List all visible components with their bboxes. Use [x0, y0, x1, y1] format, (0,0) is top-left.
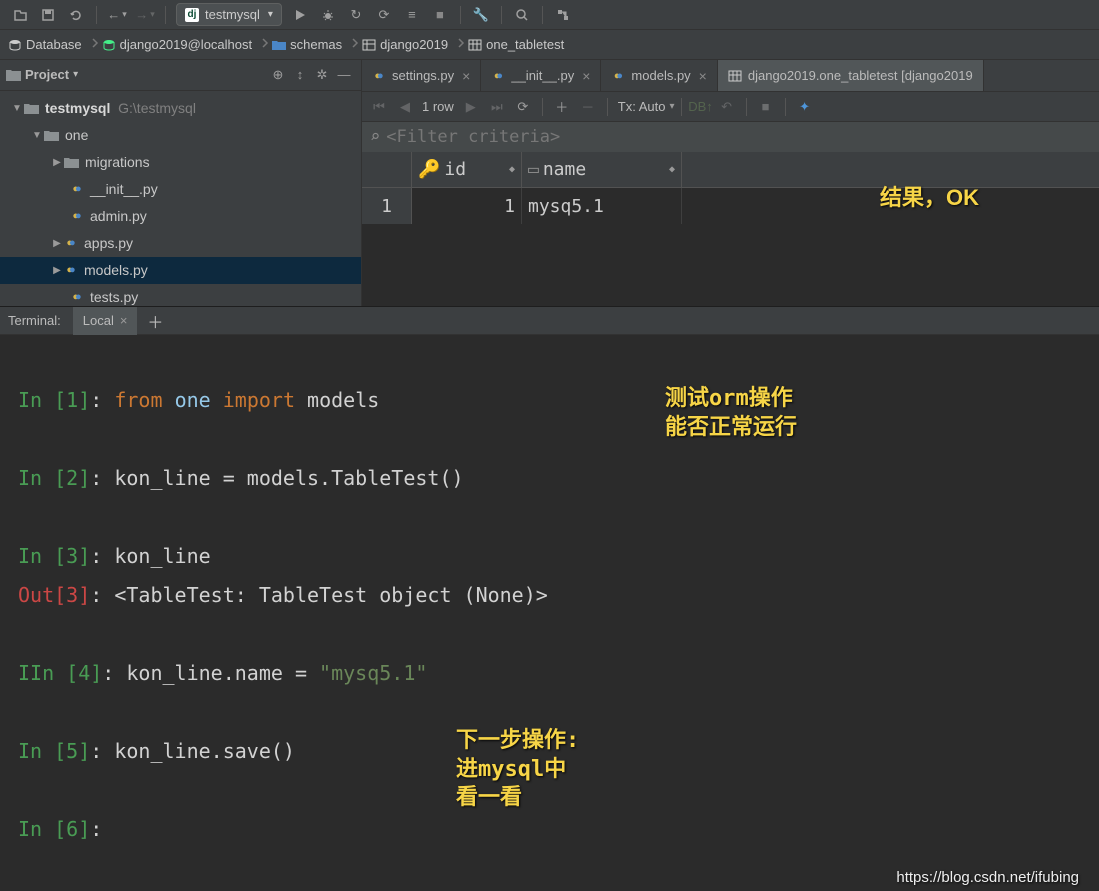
editor-area: ●●settings.py× ●●__init__.py× ●●models.p…	[362, 60, 1099, 306]
project-tree[interactable]: ▼ testmysql G:\testmysql ▼ one ▶ migrati…	[0, 91, 361, 306]
expand-icon[interactable]: ↕	[289, 64, 311, 86]
new-terminal-icon[interactable]: ＋	[137, 309, 173, 333]
delete-row-icon[interactable]: －	[576, 95, 600, 119]
breadcrumb-bar: Database django2019@localhost schemas dj…	[0, 30, 1099, 60]
crumb-schemas[interactable]: schemas	[272, 37, 348, 52]
watermark: https://blog.csdn.net/ifubing	[896, 869, 1079, 886]
settings-icon[interactable]: 🔧	[469, 3, 493, 27]
annotation-next: 下一步操作:进mysql中看一看	[456, 727, 579, 813]
rollback-icon[interactable]: ↶	[715, 95, 739, 119]
tab-init[interactable]: ●●__init__.py×	[481, 60, 601, 91]
annotation-orm: 测试orm操作能否正常运行	[665, 385, 797, 442]
close-icon[interactable]: ×	[699, 68, 707, 84]
close-icon[interactable]: ×	[582, 68, 590, 84]
tx-mode[interactable]: Tx: Auto	[618, 99, 666, 114]
search-icon: ⌕	[370, 127, 380, 147]
terminal-header: Terminal: Local× ＋	[0, 307, 1099, 335]
project-header[interactable]: Project ▾ ⊕ ↕ ✲ —	[0, 60, 361, 91]
tree-migrations[interactable]: ▶ migrations	[0, 149, 361, 176]
tree-models[interactable]: ▶ ●● models.py	[0, 257, 361, 284]
tab-models[interactable]: ●●models.py×	[601, 60, 717, 91]
search-everywhere-icon[interactable]	[510, 3, 534, 27]
tree-tests[interactable]: ●● tests.py	[0, 284, 361, 306]
crumb-db[interactable]: django2019	[362, 37, 454, 52]
view-icon[interactable]: ✦	[793, 95, 817, 119]
last-icon[interactable]: ⏭	[485, 95, 509, 119]
crumb-table[interactable]: one_tabletest	[468, 37, 570, 52]
terminal-tab-local[interactable]: Local×	[73, 307, 138, 335]
gear-icon[interactable]: ✲	[311, 64, 333, 86]
crumb-database[interactable]: Database	[8, 37, 88, 52]
project-tool-window: Project ▾ ⊕ ↕ ✲ — ▼ testmysql G:\testmys…	[0, 60, 362, 306]
hide-icon[interactable]: —	[333, 64, 355, 86]
refresh-icon[interactable]	[64, 3, 88, 27]
ddl-icon[interactable]: ■	[754, 95, 778, 119]
data-grid[interactable]: 🔑id◆ ▭name◆ 1 1 mysq5.1 结果，OK	[362, 152, 1099, 306]
crumb-connection[interactable]: django2019@localhost	[102, 37, 258, 52]
terminal-label: Terminal:	[8, 313, 61, 328]
tree-apps[interactable]: ▶ ●● apps.py	[0, 230, 361, 257]
annotation-result: 结果，OK	[880, 184, 979, 213]
open-file-icon[interactable]	[8, 3, 32, 27]
first-icon[interactable]: ⏮	[367, 95, 391, 119]
tree-pkg[interactable]: ▼ one	[0, 122, 361, 149]
tree-root[interactable]: ▼ testmysql G:\testmysql	[0, 95, 361, 122]
data-toolbar: ⏮ ◀ 1 row ▶ ⏭ ⟳ ＋ － Tx: Auto▾ DB↑ ↶ ■ ✦	[362, 92, 1099, 122]
coverage-icon[interactable]: ↻	[344, 3, 368, 27]
next-icon[interactable]: ▶	[459, 95, 483, 119]
run-config-dropdown[interactable]: djtestmysql▾	[176, 3, 282, 26]
tab-db-table[interactable]: django2019.one_tabletest [django2019	[718, 60, 984, 91]
reload-icon[interactable]: ⟳	[511, 95, 535, 119]
add-row-icon[interactable]: ＋	[550, 95, 574, 119]
commit-icon[interactable]: DB↑	[689, 95, 713, 119]
prev-icon[interactable]: ◀	[393, 95, 417, 119]
step-icon[interactable]: ≡	[400, 3, 424, 27]
debug-icon[interactable]	[316, 3, 340, 27]
save-icon[interactable]	[36, 3, 60, 27]
stop-icon[interactable]: ■	[428, 3, 452, 27]
editor-tabs: ●●settings.py× ●●__init__.py× ●●models.p…	[362, 60, 1099, 92]
close-icon[interactable]: ×	[120, 313, 128, 328]
tab-settings[interactable]: ●●settings.py×	[362, 60, 481, 91]
main-toolbar: ←▾ →▾ djtestmysql▾ ↻ ⟳ ≡ ■ 🔧	[0, 0, 1099, 30]
forward-icon[interactable]: →▾	[133, 3, 157, 27]
tree-admin[interactable]: ●● admin.py	[0, 203, 361, 230]
row-count: 1 row	[422, 99, 454, 114]
vcs-icon[interactable]	[551, 3, 575, 27]
back-icon[interactable]: ←▾	[105, 3, 129, 27]
profile-icon[interactable]: ⟳	[372, 3, 396, 27]
tree-init[interactable]: ●● __init__.py	[0, 176, 361, 203]
locate-icon[interactable]: ⊕	[267, 64, 289, 86]
table-row[interactable]: 1 1 mysq5.1	[362, 188, 1099, 224]
filter-row[interactable]: ⌕ <Filter criteria>	[362, 122, 1099, 152]
terminal-body[interactable]: In [1]: from one import models In [2]: k…	[0, 335, 1099, 890]
run-icon[interactable]	[288, 3, 312, 27]
close-icon[interactable]: ×	[462, 68, 470, 84]
